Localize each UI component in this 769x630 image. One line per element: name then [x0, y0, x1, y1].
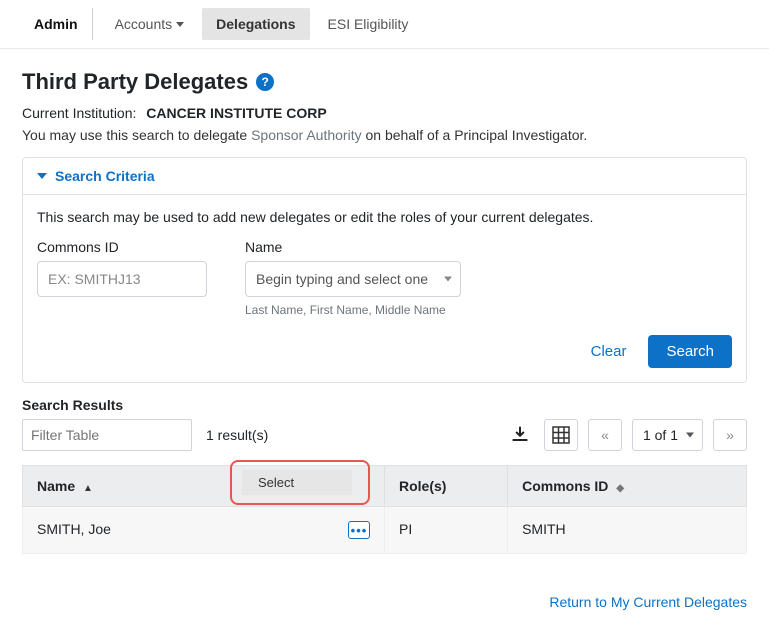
panel-title: Search Criteria — [55, 168, 155, 184]
download-icon — [510, 425, 530, 445]
results-table: Name ▲ Role(s) Commons ID ◆ SMITH, Joe •… — [22, 465, 747, 554]
top-nav: Admin Accounts Delegations ESI Eligibili… — [0, 0, 769, 49]
pager-prev-button[interactable]: « — [588, 419, 622, 451]
name-combobox-placeholder: Begin typing and select one — [256, 271, 428, 287]
cell-name: SMITH, Joe — [37, 521, 111, 537]
grid-icon — [552, 426, 570, 444]
nav-accounts[interactable]: Accounts — [101, 8, 199, 40]
pager-select[interactable]: 1 of 1 — [632, 419, 703, 451]
results-heading: Search Results — [22, 397, 747, 413]
row-actions-menu: Select — [230, 460, 370, 505]
col-commons-label: Commons ID — [522, 478, 608, 494]
col-name-label: Name — [37, 478, 75, 494]
hint-link[interactable]: Sponsor Authority — [251, 127, 362, 143]
menu-item-select[interactable]: Select — [242, 470, 352, 495]
chevron-down-icon — [686, 433, 694, 438]
institution-line: Current Institution: CANCER INSTITUTE CO… — [22, 105, 747, 121]
panel-header[interactable]: Search Criteria — [23, 158, 746, 195]
panel-desc: This search may be used to add new deleg… — [37, 209, 732, 225]
grid-view-button[interactable] — [544, 419, 578, 451]
clear-button[interactable]: Clear — [581, 335, 637, 368]
download-button[interactable] — [506, 419, 534, 451]
col-roles[interactable]: Role(s) — [385, 466, 508, 507]
hint-post: on behalf of a Principal Investigator. — [362, 127, 588, 143]
name-combobox[interactable]: Begin typing and select one — [245, 261, 461, 297]
cell-commons: SMITH — [508, 507, 747, 554]
pager-next-button[interactable]: » — [713, 419, 747, 451]
search-button[interactable]: Search — [648, 335, 732, 368]
search-criteria-panel: Search Criteria This search may be used … — [22, 157, 747, 383]
hint-line: You may use this search to delegate Spon… — [22, 127, 747, 143]
page-title: Third Party Delegates ? — [22, 69, 747, 95]
results-count: 1 result(s) — [206, 427, 268, 443]
hint-pre: You may use this search to delegate — [22, 127, 251, 143]
sort-icon: ◆ — [616, 483, 624, 494]
commons-id-input[interactable] — [37, 261, 207, 297]
filter-table-input[interactable] — [22, 419, 192, 451]
help-icon[interactable]: ? — [256, 73, 274, 91]
return-link[interactable]: Return to My Current Delegates — [549, 594, 747, 610]
table-row: SMITH, Joe ••• PI SMITH — [23, 507, 747, 554]
institution-name: CANCER INSTITUTE CORP — [146, 105, 326, 121]
nav-delegations[interactable]: Delegations — [202, 8, 309, 40]
chevron-down-icon — [37, 173, 47, 179]
name-label: Name — [245, 239, 475, 255]
commons-id-label: Commons ID — [37, 239, 217, 255]
page-title-text: Third Party Delegates — [22, 69, 248, 95]
chevron-down-icon — [176, 22, 184, 27]
name-hint: Last Name, First Name, Middle Name — [245, 303, 475, 317]
nav-esi[interactable]: ESI Eligibility — [314, 8, 423, 40]
col-commons[interactable]: Commons ID ◆ — [508, 466, 747, 507]
row-actions-button[interactable]: ••• — [348, 521, 370, 539]
sort-asc-icon: ▲ — [83, 483, 93, 494]
cell-roles: PI — [385, 507, 508, 554]
pager-label: 1 of 1 — [643, 427, 678, 443]
nav-admin[interactable]: Admin — [20, 8, 93, 40]
nav-accounts-label: Accounts — [115, 16, 173, 32]
institution-label: Current Institution: — [22, 105, 136, 121]
chevron-down-icon — [444, 277, 452, 282]
